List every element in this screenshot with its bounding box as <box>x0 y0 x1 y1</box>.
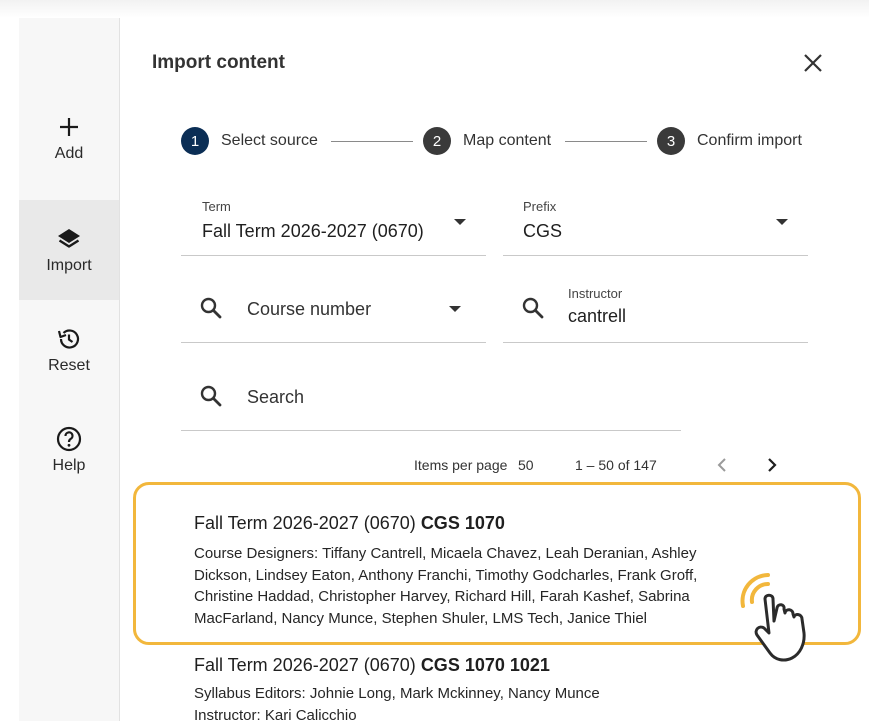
rail-item-reset[interactable]: Reset <box>19 300 119 400</box>
result-title: Fall Term 2026-2027 (0670) CGS 1070 <box>194 513 754 534</box>
result-title: Fall Term 2026-2027 (0670) CGS 1070 1021 <box>194 655 754 676</box>
import-dialog: Import content 1 Select source 2 Map con… <box>121 0 869 721</box>
term-select[interactable]: Term Fall Term 2026-2027 (0670) <box>181 190 486 256</box>
course-number-placeholder: Course number <box>247 299 372 319</box>
search-icon <box>200 297 222 319</box>
step-number: 3 <box>657 127 685 155</box>
result-details: Syllabus Editors: Johnie Long, Mark Mcki… <box>194 683 754 721</box>
rail-item-label: Add <box>54 145 84 162</box>
side-rail: Add Import Reset Help <box>19 0 120 721</box>
result-course: CGS 1070 <box>420 513 505 533</box>
step-label: Confirm import <box>697 132 802 149</box>
layers-icon <box>55 225 83 253</box>
instructor-value: cantrell <box>568 306 627 326</box>
chevron-down-icon <box>454 219 466 225</box>
pointer-hand-icon <box>740 573 806 662</box>
search-placeholder: Search <box>247 387 305 407</box>
step-connector <box>565 141 647 142</box>
step-number: 2 <box>423 127 451 155</box>
chevron-down-icon <box>776 219 788 225</box>
result-editors: Syllabus Editors: Johnie Long, Mark Mcki… <box>194 685 600 702</box>
dialog-title: Import content <box>152 52 285 73</box>
rail-item-help[interactable]: Help <box>19 400 119 500</box>
result-term: Fall Term 2026-2027 (0670) <box>194 655 416 675</box>
rail-item-add[interactable]: Add <box>19 88 119 188</box>
rail-item-label: Import <box>46 257 92 274</box>
previous-page-button[interactable] <box>711 454 733 476</box>
result-instructor: Instructor: Kari Calicchio <box>194 706 357 721</box>
help-circle-icon <box>55 425 83 453</box>
close-button[interactable] <box>799 49 827 77</box>
result-details: Course Designers: Tiffany Cantrell, Mica… <box>194 545 698 627</box>
step-map-content: 2 Map content <box>423 127 551 155</box>
instructor-label: Instructor <box>568 286 623 301</box>
step-confirm-import: 3 Confirm import <box>657 127 802 155</box>
rail-item-label: Help <box>52 457 86 474</box>
search-icon <box>200 385 222 407</box>
next-page-button[interactable] <box>761 454 783 476</box>
plus-icon <box>55 113 83 141</box>
instructor-field[interactable]: Instructor cantrell <box>503 277 808 343</box>
prefix-value: CGS <box>523 221 563 241</box>
course-number-select[interactable]: Course number <box>181 277 486 343</box>
close-icon <box>804 54 822 72</box>
step-select-source: 1 Select source <box>181 127 318 155</box>
step-number: 1 <box>181 127 209 155</box>
chevron-right-icon <box>768 458 777 472</box>
rail-item-label: Reset <box>48 357 90 374</box>
items-per-page-select[interactable]: 50 <box>518 457 534 473</box>
prefix-select[interactable]: Prefix CGS <box>503 190 808 256</box>
term-value: Fall Term 2026-2027 (0670) <box>202 221 424 241</box>
pagination-range: 1 – 50 of 147 <box>575 457 657 473</box>
search-input[interactable]: Search <box>181 365 681 431</box>
result-item[interactable]: Fall Term 2026-2027 (0670) CGS 1070 1021… <box>194 655 754 721</box>
chevron-down-icon <box>449 306 461 312</box>
window-margin <box>0 0 19 721</box>
history-icon <box>55 325 83 353</box>
step-label: Select source <box>221 132 318 149</box>
step-label: Map content <box>463 132 552 149</box>
rail-item-import[interactable]: Import <box>19 200 119 300</box>
search-icon <box>522 297 544 319</box>
term-label: Term <box>202 199 231 214</box>
result-course: CGS 1070 1021 <box>420 655 550 675</box>
result-item[interactable]: Fall Term 2026-2027 (0670) CGS 1070 Cour… <box>194 513 754 629</box>
step-connector <box>331 141 413 142</box>
items-per-page-label: Items per page <box>414 457 508 473</box>
chevron-left-icon <box>717 458 726 472</box>
result-term: Fall Term 2026-2027 (0670) <box>194 513 416 533</box>
prefix-label: Prefix <box>523 199 557 214</box>
